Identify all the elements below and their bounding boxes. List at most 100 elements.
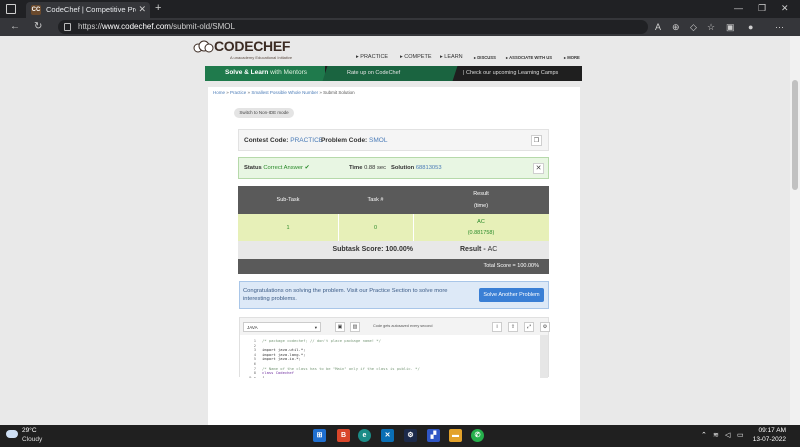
problem-code: Problem Code: SMOL: [321, 137, 388, 144]
congrats-box: Congratulations on solving the problem. …: [239, 281, 549, 309]
time-text: Time 0.88 sec: [349, 165, 386, 171]
nav-discuss[interactable]: ▸ DISCUSS: [474, 55, 496, 60]
cell-time: (0.881758): [467, 230, 495, 236]
column-divider: [413, 214, 414, 241]
code-line[interactable]: /* package codechef; // don't place pack…: [262, 338, 381, 343]
info-icon[interactable]: i: [492, 322, 502, 332]
page-scrollbar[interactable]: [790, 36, 800, 425]
nav-associate[interactable]: ▸ ASSOCIATE WITH US: [506, 55, 552, 60]
tray-chevron-icon[interactable]: ⌃: [701, 431, 707, 440]
back-icon[interactable]: ←: [10, 21, 20, 33]
address-bar[interactable]: https://www.codechef.com/submit-old/SMOL: [58, 20, 648, 34]
score-summary-row: Subtask Score: 100.00% Result - AC: [238, 241, 549, 259]
clock-time[interactable]: 09:17 AM: [759, 427, 786, 434]
language-select[interactable]: JAVA ▾: [243, 322, 321, 332]
edge-icon[interactable]: e: [358, 429, 371, 442]
check-icon: ✔: [304, 165, 310, 171]
weather-temp[interactable]: 29°C: [22, 427, 37, 434]
subtask-score: Subtask Score: 100.00%: [332, 246, 413, 253]
browser-toolbar: ← ↻ https://www.codechef.com/submit-old/…: [0, 18, 800, 36]
app-icon[interactable]: ⚙: [404, 429, 417, 442]
nav-practice[interactable]: ▸ PRACTICE: [356, 54, 388, 60]
minimize-icon[interactable]: —: [734, 2, 743, 15]
breadcrumb-home[interactable]: Home: [213, 90, 225, 95]
switch-non-ide-button[interactable]: Switch to Non-IDE mode: [234, 108, 294, 118]
extension-icon[interactable]: ◇: [690, 21, 697, 33]
banner-learning-camps[interactable]: | Check our upcoming Learning Camps: [463, 70, 558, 76]
header-time: (time): [473, 203, 489, 209]
promo-banner[interactable]: Solve & Learn with Mentors Rate up on Co…: [205, 66, 582, 81]
upload-icon[interactable]: ⇧: [508, 322, 518, 332]
zoom-icon[interactable]: ⊕: [672, 21, 680, 33]
line-number: 9 ▾: [249, 374, 256, 378]
settings-gear-icon[interactable]: ⚙: [540, 322, 550, 332]
solve-another-button[interactable]: Solve Another Problem: [479, 288, 544, 302]
column-divider: [338, 214, 339, 241]
breadcrumb-problem[interactable]: Smallest Possible Whole Number: [251, 90, 318, 95]
vscode-icon[interactable]: ✕: [381, 429, 394, 442]
whatsapp-icon[interactable]: ✆: [471, 429, 484, 442]
solution-link[interactable]: 68813053: [416, 165, 442, 171]
wifi-icon[interactable]: ≋: [713, 431, 719, 440]
tab-title: CodeChef | Competitive Program: [46, 5, 136, 14]
contest-code: Contest Code: PRACTICE: [244, 137, 324, 144]
codechef-favicon-icon: CC: [31, 5, 41, 15]
save-icon[interactable]: ▣: [335, 322, 345, 332]
tab-actions-icon[interactable]: [6, 4, 16, 14]
code-line[interactable]: import java.io.*;: [262, 356, 301, 361]
start-icon[interactable]: ⊞: [313, 429, 326, 442]
photos-icon[interactable]: ▞: [427, 429, 440, 442]
code-scrollbar[interactable]: [540, 335, 548, 378]
cloud-icon[interactable]: [6, 430, 18, 438]
nav-compete[interactable]: ▸ COMPETE: [400, 54, 432, 60]
browser-tab[interactable]: CC CodeChef | Competitive Program ✕: [26, 2, 150, 18]
status-text: Status Correct Answer ✔: [244, 165, 310, 171]
logo-subtitle: A unacademy Educational Initiative: [230, 55, 293, 60]
weather-desc[interactable]: Cloudy: [22, 436, 42, 443]
clock-date[interactable]: 13-07-2022: [753, 436, 786, 443]
header-result: Result: [473, 191, 489, 197]
battery-icon[interactable]: ▭: [737, 431, 744, 440]
new-tab-button[interactable]: +: [155, 2, 161, 15]
code-line[interactable]: {: [262, 375, 264, 378]
total-score: Total Score = 100.00%: [483, 263, 540, 269]
code-line[interactable]: class Codechef: [262, 370, 294, 375]
file-explorer-icon[interactable]: ▬: [449, 429, 462, 442]
result-table-header: Sub-Task Task # Result (time): [238, 186, 549, 214]
profile-icon[interactable]: ●: [748, 21, 753, 33]
delete-icon[interactable]: ▥: [350, 322, 360, 332]
banner-mentors[interactable]: Solve & Learn with Mentors: [205, 66, 325, 81]
chef-hat-icon: [193, 40, 214, 53]
browser-tab-bar: CC CodeChef | Competitive Program ✕ + — …: [0, 0, 800, 18]
banner-rate-up[interactable]: Rate up on CodeChef: [347, 70, 400, 76]
scrollbar-thumb[interactable]: [792, 80, 798, 190]
volume-icon[interactable]: ◁: [725, 431, 730, 440]
header-task: Task #: [367, 197, 384, 203]
copy-icon[interactable]: ❐: [531, 135, 542, 146]
contest-info-box: Contest Code: PRACTICE Problem Code: SMO…: [238, 129, 549, 151]
total-score-row: Total Score = 100.00%: [238, 259, 549, 274]
nav-more[interactable]: ▸ MORE: [564, 55, 580, 60]
maximize-icon[interactable]: ❐: [758, 2, 766, 15]
windows-taskbar: 29°C Cloudy ⊞ B e ✕ ⚙ ▞ ▬ ✆ ⌃ ≋ ◁ ▭ 09:1…: [0, 425, 800, 447]
autosave-note: Code gets autosaved every second: [373, 324, 433, 328]
breadcrumb-practice[interactable]: Practice: [230, 90, 246, 95]
close-status-icon[interactable]: ✕: [533, 163, 544, 174]
menu-icon[interactable]: ⋯: [775, 21, 784, 33]
read-aloud-icon[interactable]: A: [655, 21, 661, 33]
logo-text: CODECHEF: [214, 38, 291, 54]
window-close-icon[interactable]: ✕: [781, 2, 789, 15]
code-area[interactable]: 1/* package codechef; // don't place pac…: [240, 335, 540, 378]
tab-close-icon[interactable]: ✕: [138, 4, 146, 15]
refresh-icon[interactable]: ↻: [34, 21, 42, 33]
cell-result: AC: [477, 219, 485, 225]
collections-icon[interactable]: ▣: [726, 21, 735, 33]
result-summary: Result - AC: [460, 246, 498, 253]
nav-learn[interactable]: ▸ LEARN: [440, 54, 463, 60]
page-viewport: CODECHEF A unacademy Educational Initiat…: [0, 36, 800, 425]
fullscreen-icon[interactable]: ⤢: [524, 322, 534, 332]
brave-icon[interactable]: B: [337, 429, 350, 442]
breadcrumb: Home » Practice » Smallest Possible Whol…: [213, 90, 355, 95]
favorites-icon[interactable]: ☆: [707, 21, 715, 33]
codechef-logo[interactable]: CODECHEF A unacademy Educational Initiat…: [192, 38, 322, 60]
